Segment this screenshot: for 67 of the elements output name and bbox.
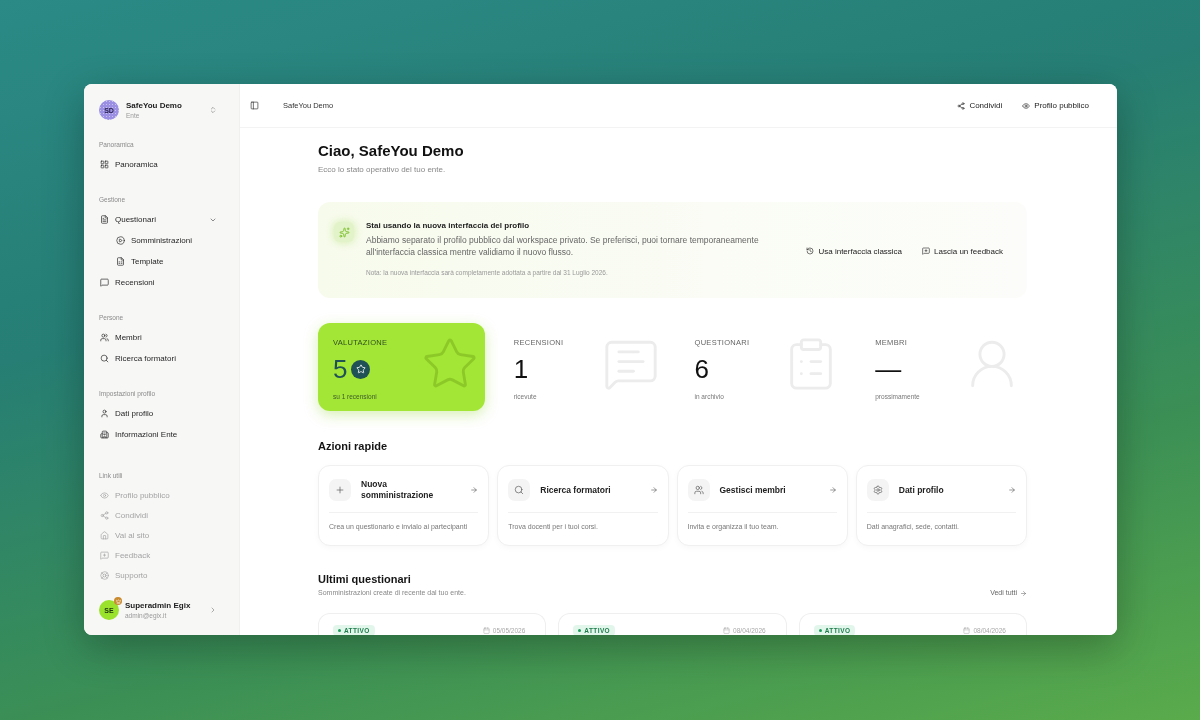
share-icon <box>957 101 966 110</box>
arrow-right-icon <box>1020 589 1027 597</box>
section-title: Azioni rapide <box>318 439 389 453</box>
settings-icon <box>866 479 889 501</box>
sidebar-item[interactable]: Panoramica <box>99 154 217 175</box>
crown-badge-icon <box>114 597 122 605</box>
notice-text: Abbiamo separato il profilo pubblico dal workspace privato. Se preferisci, puoi tornare temporaneamente all'interfaccia classica mentre validiamo il nuovo flusso. <box>366 235 760 258</box>
stat-value: 1 <box>513 354 529 384</box>
page-title: Ciao, SafeYou Demo <box>318 141 465 161</box>
play-circle-icon <box>116 236 125 245</box>
section-title: Ultimi questionari <box>318 572 412 586</box>
history-icon <box>806 247 815 255</box>
search-icon <box>100 354 109 363</box>
user-icon <box>100 409 109 418</box>
sparkles-icon <box>334 222 354 242</box>
file-icon <box>100 215 109 224</box>
sidebar-item[interactable]: Dati profilo <box>99 403 217 424</box>
sidebar-item[interactable]: Informazioni Ente <box>99 424 217 445</box>
home-icon <box>100 530 109 540</box>
action-title: Gestisci membri <box>719 484 787 496</box>
share-button[interactable]: Condividi <box>957 101 1003 110</box>
file-icon <box>116 257 125 266</box>
action-title: Dati profilo <box>898 484 945 496</box>
grid-icon <box>100 160 109 169</box>
page-subtitle: Ecco lo stato operativo del tuo ente. <box>318 164 447 176</box>
message-plus-icon <box>100 550 109 560</box>
eye-icon <box>1022 101 1031 110</box>
feedback-button[interactable]: Lascia un feedback <box>922 246 1003 256</box>
message-icon <box>100 278 109 287</box>
sidebar-item[interactable]: Ricerca formatori <box>99 348 217 369</box>
public-profile-button[interactable]: Profilo pubblico <box>1022 101 1089 110</box>
status-dot-icon <box>578 629 582 632</box>
sidebar-subitem[interactable]: Template <box>99 251 217 272</box>
search-icon <box>508 479 531 501</box>
plus-icon <box>329 479 351 501</box>
sidebar-item[interactable]: Recensioni <box>99 272 217 293</box>
users-icon <box>100 333 109 342</box>
sidebar-toggle-icon[interactable] <box>250 101 259 110</box>
workspace-name: SafeYou Demo <box>126 100 182 111</box>
stat-value: 6 <box>694 354 709 384</box>
stat-value: 5 <box>333 354 348 384</box>
arrow-right-icon <box>470 486 479 494</box>
arrow-right-icon <box>1008 486 1016 494</box>
stat-value: — <box>875 354 902 384</box>
status-dot-icon <box>818 629 822 632</box>
calendar-icon <box>482 627 490 634</box>
calendar-icon <box>963 627 971 634</box>
message-plus-icon <box>922 247 931 255</box>
lifebuoy-icon <box>100 570 109 580</box>
chevron-right-icon[interactable] <box>209 606 217 614</box>
calendar-icon <box>723 627 731 634</box>
chevrons-icon[interactable] <box>209 106 217 114</box>
sidebar-item[interactable]: Questionari <box>99 209 217 230</box>
notice-title: Stai usando la nuova interfaccia del profilo <box>366 220 530 231</box>
status-dot-icon <box>338 629 341 632</box>
action-title: Nuova somministrazione <box>361 479 435 501</box>
sidebar-item[interactable]: Membri <box>99 327 217 348</box>
action-title: Ricerca formatori <box>540 484 612 496</box>
arrow-right-icon <box>828 486 837 494</box>
arrow-right-icon <box>649 486 658 494</box>
building-icon <box>100 430 109 439</box>
user-name: Superadmin Egix <box>125 600 191 611</box>
share-icon <box>100 510 109 520</box>
users-icon <box>687 479 710 501</box>
sidebar-subitem[interactable]: Somministrazioni <box>99 230 217 251</box>
classic-interface-button[interactable]: Usa interfaccia classica <box>806 246 903 256</box>
eye-icon <box>100 490 109 500</box>
